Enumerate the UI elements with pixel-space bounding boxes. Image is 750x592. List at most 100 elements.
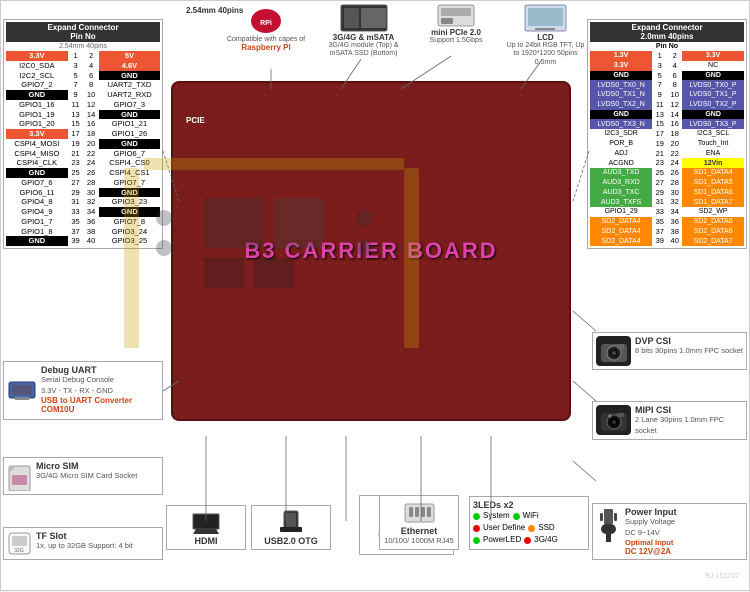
pin-num: 6 [667, 71, 682, 81]
right-pin-header: Pin No [590, 42, 744, 51]
pin-cell: GPIO6_7 [99, 149, 160, 159]
pin-cell: GPIO4_9 [6, 207, 68, 217]
table-row: I2C2_SCL 5 6 GND [6, 71, 160, 81]
table-row: I2C0_SDA 3 4 4.6V [6, 61, 160, 71]
pin-num: 21 [68, 149, 84, 159]
pin-cell: GPIO1_29 [590, 207, 652, 217]
debug-uart-title: Debug UART [41, 365, 132, 375]
pin-cell: GPIO1_26 [99, 129, 160, 139]
pin-cell: SD1_DATA4 [682, 168, 744, 178]
pin-cell: 3.3V [6, 51, 68, 61]
pin-num: 12 [83, 100, 99, 110]
pin-cell: GND [682, 110, 744, 120]
power-supply: Supply Voltage [625, 517, 677, 528]
pin-num: 11 [652, 100, 667, 110]
tf-slot-box: 32G TF Slot 1x, up to 32GB Support: 4 bi… [3, 527, 163, 560]
power-title: Power Input [625, 507, 677, 517]
pin-cell: LVDS0_TX3_P [682, 119, 744, 129]
power-input-box: Power Input Supply Voltage DC 9~14V Opti… [592, 503, 747, 560]
ethernet-desc: 10/100/ 1000M RJ45 [383, 536, 455, 547]
led-wifi-indicator [513, 513, 520, 520]
pin-num: 28 [667, 178, 682, 188]
pin-num: 35 [652, 217, 667, 227]
pin-num: 16 [667, 119, 682, 129]
lcd-module: LCD Up to 24bit RGB TFT, Up to 1920*1200… [503, 3, 588, 67]
pin-num: 38 [667, 227, 682, 237]
pin-num: 4 [667, 61, 682, 71]
pin-cell: LVDS0_TX2_P [682, 100, 744, 110]
led-row-power: PowerLED 3G/4G [473, 534, 585, 546]
pcie-label: PCIE [186, 116, 205, 125]
sim-card-icon [7, 461, 32, 491]
main-container: B3 CARRIER BOARD E [0, 0, 750, 591]
pin-num: 9 [652, 90, 667, 100]
pin-num: 37 [68, 227, 84, 237]
pin-num: 32 [83, 197, 99, 207]
debug-pins: 3.3V - TX - RX - GND [41, 386, 132, 397]
pin-num: 17 [652, 129, 667, 139]
pin-num: 6 [83, 71, 99, 81]
svg-text:RPi: RPi [260, 20, 272, 27]
hdmi-box: HDMI [166, 505, 246, 550]
dvp-title: DVP CSI [635, 336, 743, 346]
pin-num: 34 [83, 207, 99, 217]
tf-desc: 1x, up to 32GB Support: 4 bit [36, 541, 133, 552]
pin-cell: ENA [682, 149, 744, 159]
pin-num: 29 [68, 188, 84, 198]
pin-cell: AUD3_TXC [590, 188, 652, 198]
pin-num: 2 [667, 51, 682, 61]
pin-num: 18 [83, 129, 99, 139]
pin-cell: LVDS0_TX0_N [590, 80, 652, 90]
pin-num: 38 [83, 227, 99, 237]
right-connector-panel: Expand Connector 2.0mm 40pins Pin No 1.3… [587, 19, 747, 253]
pin-num: 31 [652, 197, 667, 207]
usb-otg-icon [276, 509, 306, 534]
mipi-desc: 2 Lane 30pins 1.0mm FPC socket [635, 415, 743, 436]
usb-otg-title: USB2.0 OTG [255, 536, 327, 546]
pin-cell: POR_B [590, 139, 652, 149]
pin-num: 27 [652, 178, 667, 188]
lcd-title: LCD [503, 33, 588, 42]
pin-num: 20 [83, 139, 99, 149]
pin-cell: GND [6, 168, 68, 178]
pin-num: 16 [83, 119, 99, 129]
pin-cell: CSPI4_CLK [6, 158, 68, 168]
left-connector-title: Expand Connector Pin No [6, 22, 160, 42]
pin-cell: ACGND [590, 158, 652, 168]
board-area: B3 CARRIER BOARD [171, 81, 571, 421]
table-row: GND 5 6 GND [590, 71, 744, 81]
table-row: 3.3V 3 4 NC [590, 61, 744, 71]
pin-num: 39 [652, 236, 667, 246]
pin-num: 36 [667, 217, 682, 227]
led-ssd-indicator [528, 525, 535, 532]
pin-num: 14 [667, 110, 682, 120]
mipi-csi-box: MIPI CSI 2 Lane 30pins 1.0mm FPC socket [592, 401, 747, 440]
pin-num: 21 [652, 149, 667, 159]
sim-title: Micro SIM [36, 461, 137, 471]
mipi-title: MIPI CSI [635, 405, 743, 415]
pin-cell: AUD3_TXFS [590, 197, 652, 207]
led-row-system: System WiFi [473, 510, 585, 522]
pin-num: 22 [83, 149, 99, 159]
pin-num: 14 [83, 110, 99, 120]
pin-cell: CSPI4_MOSI [6, 139, 68, 149]
pin-cell: GND [99, 110, 160, 120]
pin-num: 31 [68, 197, 84, 207]
mini-pcie-title: mini PCIe 2.0 [416, 28, 496, 37]
table-row: AUD3_TXC 29 30 SD1_DATA6 [590, 188, 744, 198]
pin-num: 13 [68, 110, 84, 120]
table-row: GND 13 14 GND [590, 110, 744, 120]
pin-cell: GND [99, 139, 160, 149]
power-range: DC 9~14V [625, 528, 677, 539]
pin-num: 1 [68, 51, 84, 61]
pin-cell: 4.6V [99, 61, 160, 71]
ethernet-icon [402, 499, 437, 524]
pin-num: 13 [652, 110, 667, 120]
mini-pcie-desc: Support 1.5Gbps [416, 37, 496, 44]
pin-cell: 3.3V [590, 61, 652, 71]
table-row: GPIO1_20 15 16 GPIO1_21 [6, 119, 160, 129]
pin-cell: SD2_DATA7 [682, 236, 744, 246]
pin-num: 19 [652, 139, 667, 149]
pin-cell: GPIO1_7 [6, 217, 68, 227]
table-row: AUD3_RXD 27 28 SD1_DATA5 [590, 178, 744, 188]
